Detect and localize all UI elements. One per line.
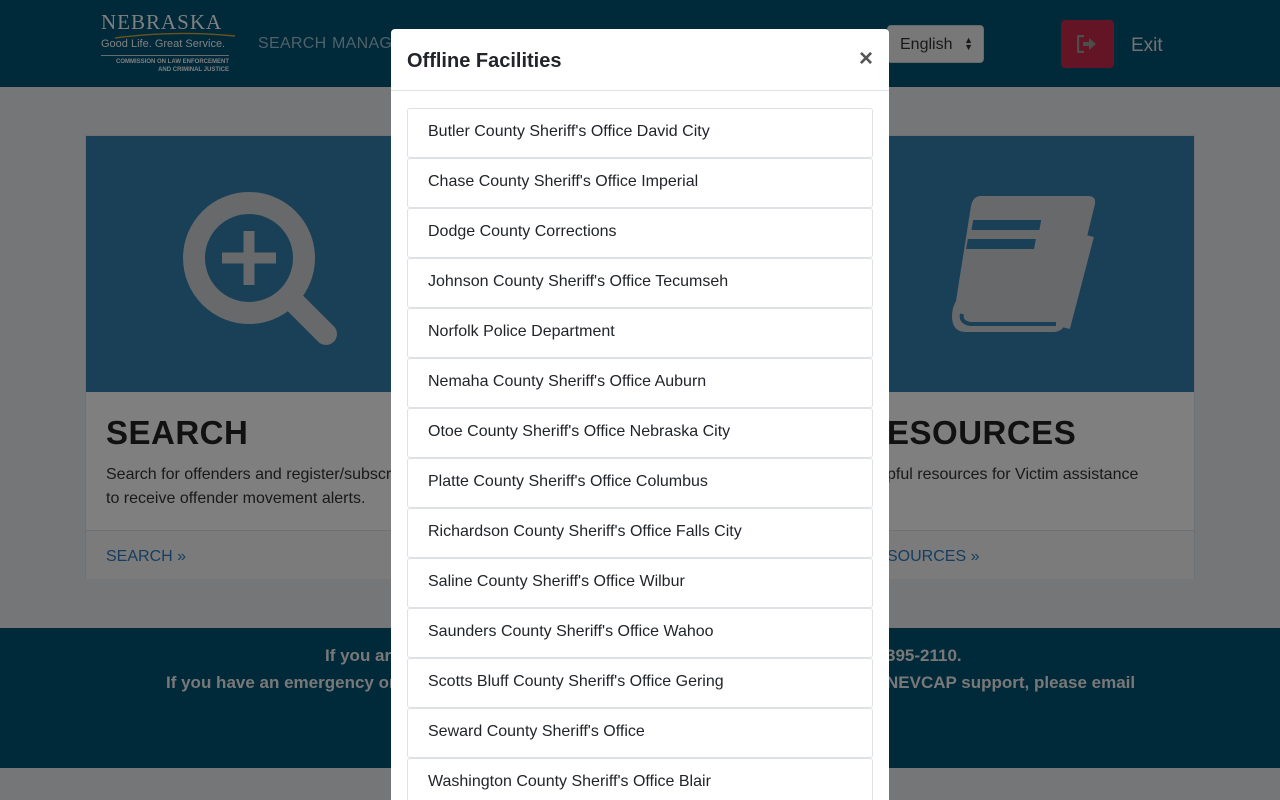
offline-facilities-modal: Offline Facilities × Butler County Sheri…: [391, 29, 889, 800]
modal-header: Offline Facilities ×: [391, 29, 889, 91]
list-item: Platte County Sheriff's Office Columbus: [407, 458, 873, 508]
facility-list: Butler County Sheriff's Office David Cit…: [407, 108, 873, 800]
list-item: Otoe County Sheriff's Office Nebraska Ci…: [407, 408, 873, 458]
list-item: Chase County Sheriff's Office Imperial: [407, 158, 873, 208]
modal-title: Offline Facilities: [407, 50, 562, 72]
list-item: Seward County Sheriff's Office: [407, 708, 873, 758]
list-item: Scotts Bluff County Sheriff's Office Ger…: [407, 658, 873, 708]
list-item: Norfolk Police Department: [407, 308, 873, 358]
list-item: Butler County Sheriff's Office David Cit…: [407, 108, 873, 158]
list-item: Richardson County Sheriff's Office Falls…: [407, 508, 873, 558]
close-icon[interactable]: ×: [859, 47, 873, 71]
list-item: Johnson County Sheriff's Office Tecumseh: [407, 258, 873, 308]
list-item: Saline County Sheriff's Office Wilbur: [407, 558, 873, 608]
list-item: Saunders County Sheriff's Office Wahoo: [407, 608, 873, 658]
list-item: Dodge County Corrections: [407, 208, 873, 258]
list-item: Nemaha County Sheriff's Office Auburn: [407, 358, 873, 408]
list-item: Washington County Sheriff's Office Blair: [407, 758, 873, 800]
